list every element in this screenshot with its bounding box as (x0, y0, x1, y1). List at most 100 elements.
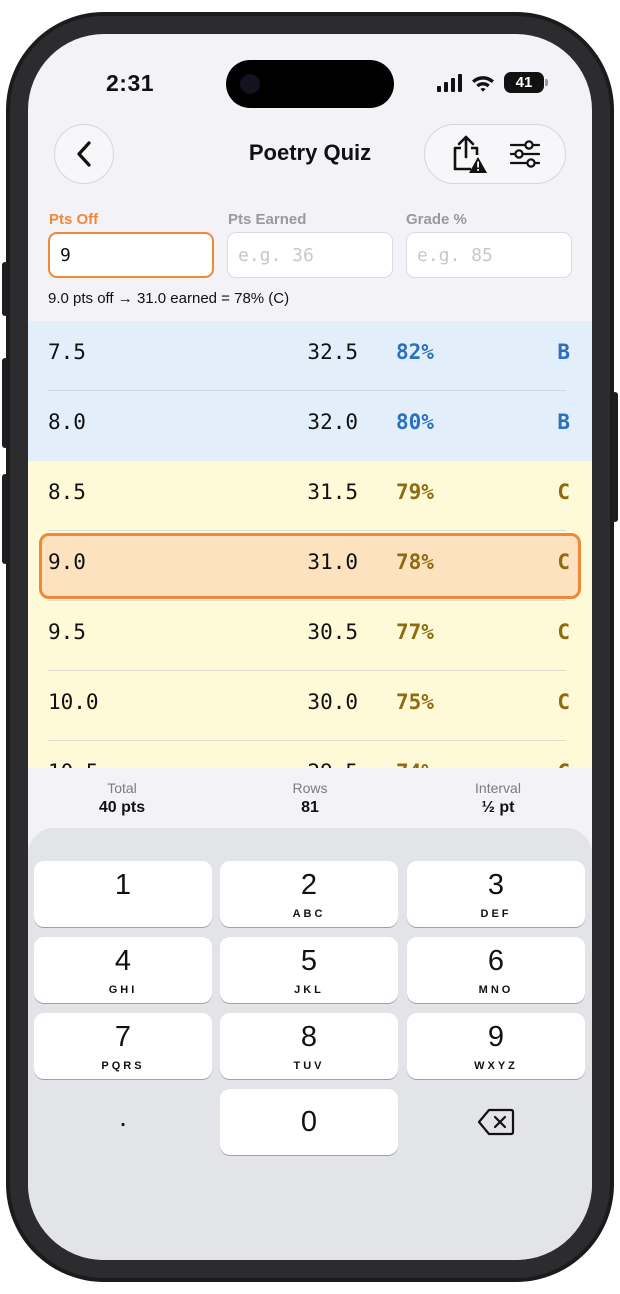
pts-earned-placeholder: e.g. 36 (238, 244, 314, 266)
sliders-icon[interactable] (509, 140, 541, 168)
pts-off-cell: 10.5 (48, 760, 99, 768)
letter-grade-cell: B (557, 410, 570, 434)
key-digit: 9 (487, 1021, 505, 1053)
volume-down-button (2, 474, 8, 564)
key-4[interactable]: 4 GHI (34, 937, 212, 1003)
key-letters: JKL (294, 984, 324, 996)
pts-earned-cell: 32.0 (307, 410, 358, 434)
stat-interval: Interval ½ pt (404, 768, 592, 828)
stat-label: Rows (292, 780, 328, 796)
key-digit: 1 (114, 869, 132, 901)
pts-off-value: 9 (60, 244, 71, 266)
key-7[interactable]: 7 PQRS (34, 1013, 212, 1079)
percent-cell: 75% (396, 690, 434, 714)
pts-off-cell: 10.0 (48, 690, 99, 714)
percent-cell: 77% (396, 620, 434, 644)
key-decimal[interactable]: . (34, 1089, 212, 1155)
nav-actions-group (424, 124, 566, 184)
pts-earned-cell: 29.5 (307, 760, 358, 768)
stat-value: 40 pts (98, 799, 146, 816)
table-row[interactable]: 8.5 31.5 79% C (28, 461, 592, 531)
key-digit: . (119, 1101, 127, 1132)
letter-grade-cell: C (557, 480, 570, 504)
key-letters: TUV (293, 1060, 325, 1072)
table-row-selected[interactable]: 9.0 31.0 78% C (28, 531, 592, 601)
key-digit: 3 (487, 869, 505, 901)
volume-up-button (2, 358, 8, 448)
table-row[interactable]: 9.5 30.5 77% C (28, 601, 592, 671)
grade-input[interactable]: e.g. 85 (406, 232, 572, 278)
table-row[interactable]: 7.5 32.5 82% B (28, 321, 592, 391)
grade-placeholder: e.g. 85 (417, 244, 493, 266)
key-digit: 0 (300, 1106, 318, 1138)
battery-icon: 41 (504, 72, 548, 93)
pts-earned-input[interactable]: e.g. 36 (227, 232, 393, 278)
share-warning-icon[interactable] (449, 133, 489, 175)
key-1[interactable]: 1 (34, 861, 212, 927)
camera-lens (240, 74, 260, 94)
key-3[interactable]: 3 DEF (407, 861, 585, 927)
key-letters: PQRS (101, 1060, 145, 1072)
table-row[interactable]: 10.0 30.0 75% C (28, 671, 592, 741)
delete-key[interactable] (407, 1089, 585, 1155)
pts-earned-cell: 30.0 (307, 690, 358, 714)
stat-value: 81 (301, 799, 319, 816)
pts-off-cell: 9.0 (48, 550, 86, 574)
letter-grade-cell: C (557, 550, 570, 574)
key-letters: GHI (108, 984, 138, 996)
key-9[interactable]: 9 WXYZ (407, 1013, 585, 1079)
status-indicators: 41 (437, 72, 548, 93)
pts-earned-cell: 32.5 (307, 340, 358, 364)
percent-cell: 74% (396, 760, 434, 768)
wifi-icon (472, 75, 494, 92)
grade-table[interactable]: 7.5 32.5 82% B 8.0 32.0 80% B 8.5 31.5 7… (28, 321, 592, 768)
pts-earned-cell: 30.5 (307, 620, 358, 644)
key-letters: ABC (292, 908, 326, 920)
key-digit: 8 (300, 1021, 318, 1053)
grade-label: Grade % (406, 211, 467, 228)
key-letters: MNO (478, 984, 514, 996)
stats-bar: Total 40 pts Rows 81 Interval ½ pt (28, 768, 592, 828)
stat-label: Total (107, 780, 137, 796)
backspace-icon (477, 1108, 515, 1136)
pts-off-cell: 8.0 (48, 410, 86, 434)
cellular-signal-icon (437, 73, 462, 92)
action-button (2, 262, 8, 316)
stat-value: ½ pt (481, 799, 515, 816)
key-letters: WXYZ (474, 1060, 518, 1072)
key-6[interactable]: 6 MNO (407, 937, 585, 1003)
percent-cell: 79% (396, 480, 434, 504)
percent-cell: 78% (396, 550, 434, 574)
key-digit: 5 (300, 945, 318, 977)
letter-grade-cell: C (557, 760, 570, 768)
stat-label: Interval (475, 780, 521, 796)
pts-earned-label: Pts Earned (228, 211, 307, 228)
pts-off-cell: 9.5 (48, 620, 86, 644)
key-digit: 7 (114, 1021, 132, 1053)
pts-off-input[interactable]: 9 (48, 232, 214, 278)
percent-cell: 80% (396, 410, 434, 434)
table-row[interactable]: 10.5 29.5 74% C (28, 741, 592, 768)
key-letters: DEF (480, 908, 512, 920)
percent-cell: 82% (396, 340, 434, 364)
key-5[interactable]: 5 JKL (220, 937, 398, 1003)
key-0[interactable]: 0 (220, 1089, 398, 1155)
pts-off-cell: 7.5 (48, 340, 86, 364)
key-8[interactable]: 8 TUV (220, 1013, 398, 1079)
table-row[interactable]: 8.0 32.0 80% B (28, 391, 592, 461)
power-button (612, 392, 618, 522)
key-digit: 6 (487, 945, 505, 977)
stat-rows: Rows 81 (216, 768, 404, 828)
key-digit: 2 (300, 869, 318, 901)
status-time: 2:31 (106, 70, 155, 96)
stat-total: Total 40 pts (28, 768, 216, 828)
pts-off-cell: 8.5 (48, 480, 86, 504)
pts-earned-cell: 31.5 (307, 480, 358, 504)
letter-grade-cell: B (557, 340, 570, 364)
letter-grade-cell: C (557, 620, 570, 644)
screen: 2:31 41 Poetry Quiz Pts Off Pts Earned G… (28, 34, 592, 1260)
pts-earned-cell: 31.0 (307, 550, 358, 574)
letter-grade-cell: C (557, 690, 570, 714)
key-2[interactable]: 2 ABC (220, 861, 398, 927)
pts-off-label: Pts Off (49, 211, 99, 228)
